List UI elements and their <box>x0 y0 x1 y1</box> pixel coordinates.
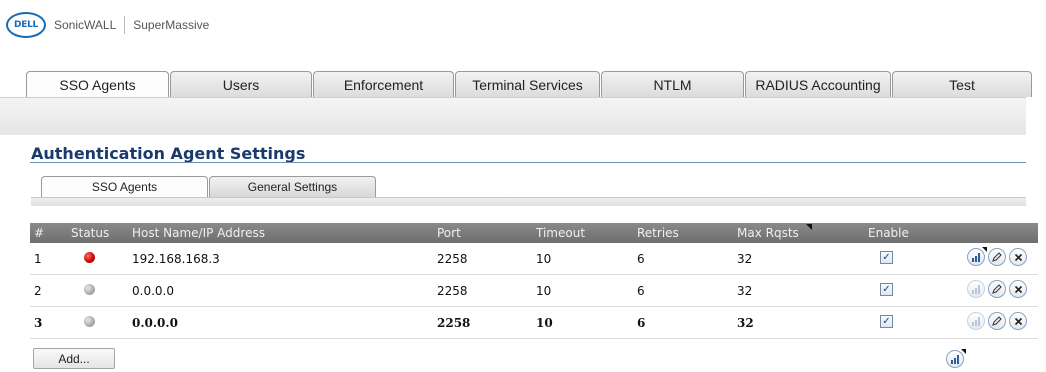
brand-divider <box>124 16 126 34</box>
tab-ntlm[interactable]: NTLM <box>601 71 744 97</box>
subtab-sso-agents[interactable]: SSO Agents <box>41 176 208 197</box>
timeout-value: 10 <box>536 316 553 330</box>
tab-users[interactable]: Users <box>170 71 312 97</box>
top-tab-bar: SSO Agents Users Enforcement Terminal Se… <box>26 71 1033 98</box>
enable-checkbox[interactable]: ✓ <box>880 315 893 328</box>
col-status: Status <box>71 226 110 240</box>
column-menu-icon[interactable] <box>806 224 812 230</box>
stats-icon[interactable] <box>967 280 985 298</box>
table-row: 2 0.0.0.0 2258 10 6 32 ✓ <box>30 275 1038 307</box>
col-timeout: Timeout <box>536 226 586 240</box>
port-value: 2258 <box>437 316 471 330</box>
table-row: 3 0.0.0.0 2258 10 6 32 ✓ <box>30 307 1038 339</box>
timeout-value: 10 <box>536 284 552 298</box>
tab-content-strip <box>0 97 1026 135</box>
col-number: # <box>34 226 45 240</box>
max-requests-value: 32 <box>737 252 753 266</box>
status-error-icon <box>84 252 95 263</box>
edit-icon[interactable] <box>988 248 1006 266</box>
col-retries: Retries <box>637 226 679 240</box>
model-name: SuperMassive <box>133 18 210 32</box>
product-name: SonicWALL <box>54 18 117 32</box>
col-host: Host Name/IP Address <box>132 226 265 240</box>
host-address: 0.0.0.0 <box>132 284 174 298</box>
host-address: 0.0.0.0 <box>132 316 178 330</box>
col-max-rqsts[interactable]: Max Rqsts <box>737 226 799 240</box>
subtab-general-settings[interactable]: General Settings <box>209 176 376 197</box>
dell-logo: DELL <box>6 12 46 38</box>
max-requests-value: 32 <box>737 284 753 298</box>
sso-agents-table: # Status Host Name/IP Address Port Timeo… <box>30 223 1038 339</box>
edit-icon[interactable] <box>988 280 1006 298</box>
tab-enforcement[interactable]: Enforcement <box>313 71 454 97</box>
add-agent-button[interactable]: Add... <box>33 348 115 369</box>
port-value: 2258 <box>437 284 468 298</box>
section-title: Authentication Agent Settings <box>31 144 306 163</box>
table-header: # Status Host Name/IP Address Port Timeo… <box>30 223 1038 243</box>
sub-tab-bar: SSO Agents General Settings <box>41 176 377 197</box>
brand-header: DELL SonicWALL SuperMassive <box>6 10 209 40</box>
status-inactive-icon <box>84 284 95 295</box>
col-port: Port <box>437 226 461 240</box>
timeout-value: 10 <box>536 252 552 266</box>
retries-value: 6 <box>637 252 645 266</box>
sub-tab-strip <box>31 197 1026 206</box>
col-enable: Enable <box>868 226 909 240</box>
delete-icon[interactable] <box>1009 248 1027 266</box>
delete-icon[interactable] <box>1009 312 1027 330</box>
row-number: 3 <box>34 316 43 330</box>
row-number: 1 <box>34 252 42 266</box>
table-row: 1 192.168.168.3 2258 10 6 32 ✓ <box>30 243 1038 275</box>
stats-icon[interactable] <box>967 312 985 330</box>
tab-radius-accounting[interactable]: RADIUS Accounting <box>745 71 891 97</box>
port-value: 2258 <box>437 252 468 266</box>
delete-icon[interactable] <box>1009 280 1027 298</box>
retries-value: 6 <box>637 284 645 298</box>
tab-test[interactable]: Test <box>892 71 1032 97</box>
host-address: 192.168.168.3 <box>132 252 220 266</box>
section-divider <box>30 162 1026 163</box>
enable-checkbox[interactable]: ✓ <box>880 251 893 264</box>
tab-terminal-services[interactable]: Terminal Services <box>455 71 600 97</box>
max-requests-value: 32 <box>737 316 754 330</box>
row-number: 2 <box>34 284 42 298</box>
tab-sso-agents[interactable]: SSO Agents <box>26 71 169 98</box>
status-inactive-icon <box>84 316 95 327</box>
stats-icon[interactable] <box>967 247 987 266</box>
edit-icon[interactable] <box>988 312 1006 330</box>
enable-checkbox[interactable]: ✓ <box>880 283 893 296</box>
stats-icon[interactable] <box>946 349 966 368</box>
retries-value: 6 <box>637 316 646 330</box>
